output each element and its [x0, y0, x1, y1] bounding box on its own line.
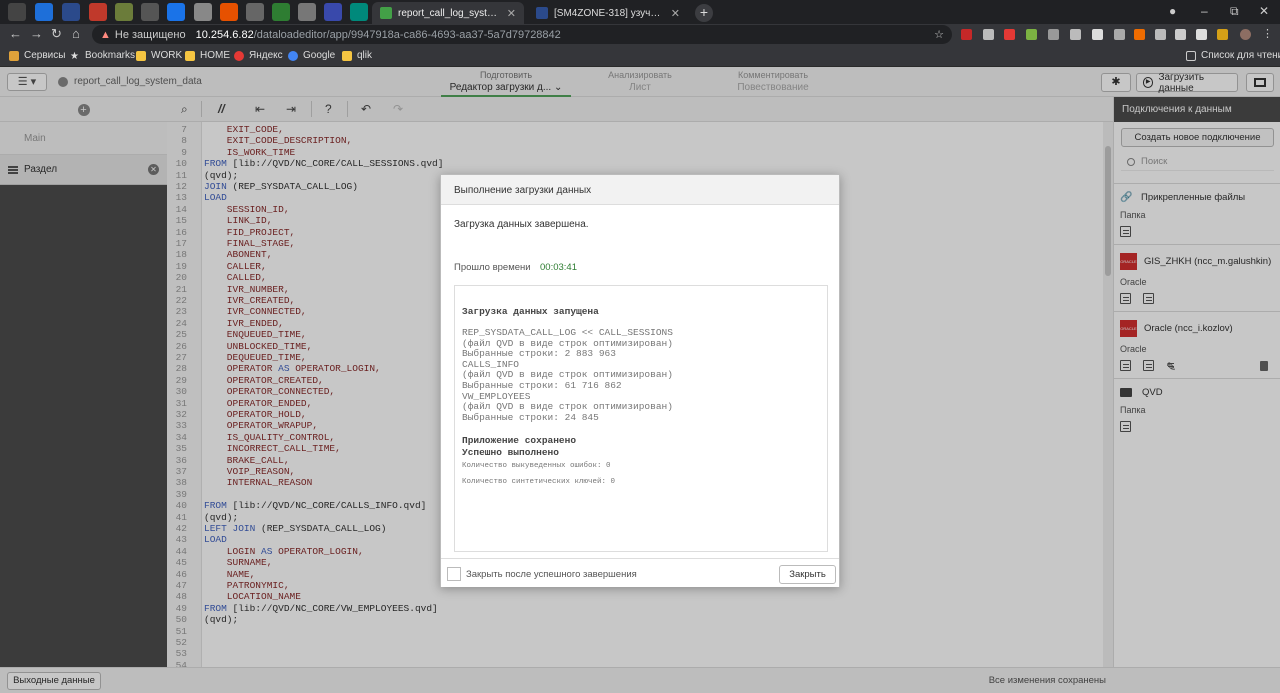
folder-icon — [342, 50, 352, 61]
back-icon[interactable]: ← — [9, 26, 22, 41]
yandex-icon — [234, 50, 244, 61]
forward-icon[interactable]: → — [30, 26, 43, 41]
bookmark-apps[interactable]: Сервисы — [9, 50, 65, 61]
pinned-tab-icon[interactable] — [8, 3, 26, 21]
bookmark-label: Яндекс — [249, 50, 283, 61]
close-tab-icon[interactable]: ✕ — [671, 7, 680, 20]
bookmark-label: HOME — [200, 50, 230, 61]
home-icon[interactable]: ⌂ — [72, 26, 80, 41]
extension-icon[interactable] — [1196, 29, 1207, 40]
bookmark-label: Google — [303, 50, 336, 61]
tab-title: [SM4ZONE-318] узучение БИ qlik — [554, 7, 665, 19]
dialog-title: Выполнение загрузки данных — [441, 175, 839, 205]
log-line: Выбранные строки: 24 845 — [462, 411, 599, 423]
close-tab-icon[interactable]: ✕ — [507, 7, 516, 20]
reload-icon[interactable]: ↻ — [51, 26, 62, 42]
bookmarks-bar: Сервисы ★ Bookmarks WORK HOME Яндекс Goog… — [0, 45, 1280, 67]
pinned-tab-icon[interactable] — [167, 3, 185, 21]
log-app-saved: Приложение сохранено — [462, 435, 577, 447]
tab-report-call-log[interactable]: report_call_log_system_data | Редактор з… — [372, 2, 524, 24]
adblock-extension-icon[interactable] — [961, 29, 972, 40]
pinned-tab-icon[interactable] — [324, 3, 342, 21]
address-bar-row: ← → ↻ ⌂ ▲ Не защищено 10.254.6.82/datalo… — [0, 24, 1280, 45]
log-synthetic-keys: Количество синтетических ключей: 0 — [462, 478, 616, 487]
bookmark-star-icon[interactable]: ☆ — [934, 28, 944, 41]
google-icon — [288, 50, 298, 61]
pinned-tab-icon[interactable] — [298, 3, 316, 21]
qlik-favicon-icon — [380, 7, 392, 19]
extensions-puzzle-icon[interactable] — [1175, 29, 1186, 40]
bookmark-label: qlik — [357, 50, 373, 61]
close-after-label[interactable]: Закрыть после успешного завершения — [466, 569, 637, 580]
bookmark-home[interactable]: HOME — [185, 50, 230, 61]
folder-icon — [185, 50, 195, 61]
close-after-checkbox[interactable] — [447, 567, 461, 581]
extension-icon[interactable] — [1114, 29, 1125, 40]
log-started: Загрузка данных запущена — [462, 306, 599, 317]
pinned-tab-icon[interactable] — [246, 3, 264, 21]
pinned-tab-icon[interactable] — [35, 3, 53, 21]
extension-icon[interactable] — [1092, 29, 1103, 40]
extension-icon[interactable] — [1155, 29, 1166, 40]
not-secure-label[interactable]: Не защищено — [115, 29, 186, 41]
close-window-icon[interactable]: ✕ — [1259, 4, 1269, 18]
apps-grid-icon — [9, 50, 19, 61]
jira-favicon-icon — [536, 7, 548, 19]
star-icon: ★ — [70, 50, 79, 62]
log-line: Выбранные строки: 61 716 862 — [462, 379, 622, 391]
extension-icon[interactable] — [1048, 29, 1059, 40]
pinned-tab-icon[interactable] — [272, 3, 290, 21]
reading-list[interactable]: Список для чтения — [1186, 50, 1280, 61]
new-tab-button[interactable]: + — [695, 4, 713, 22]
log-spacer — [462, 423, 827, 435]
pinned-tab-icon[interactable] — [115, 3, 133, 21]
reading-list-label: Список для чтения — [1201, 50, 1280, 61]
folder-icon — [136, 50, 146, 61]
load-log: Загрузка данных запущена REP_SYSDATA_CAL… — [454, 285, 828, 552]
pinned-tab-icon[interactable] — [350, 3, 368, 21]
url-path: /dataloadeditor/app/9947918a-ca86-4693-a… — [253, 28, 561, 41]
extension-icon[interactable] — [1217, 29, 1228, 40]
dialog-footer: Закрыть после успешного завершения Закры… — [441, 558, 839, 587]
bookmark-google[interactable]: Google — [288, 50, 335, 61]
extension-icon[interactable] — [1134, 29, 1145, 40]
bookmark-label: Сервисы — [24, 50, 66, 61]
extension-icon[interactable] — [983, 29, 994, 40]
pinned-tab-icon[interactable] — [141, 3, 159, 21]
pinned-tab-icon[interactable] — [89, 3, 107, 21]
warning-icon: ▲ — [100, 28, 111, 41]
log-line: REP_SYSDATA_CALL_LOG << CALL_SESSIONS — [462, 327, 673, 338]
avatar[interactable] — [1240, 29, 1251, 40]
extension-icon[interactable] — [1004, 29, 1015, 40]
pinned-tab-icon[interactable] — [62, 3, 80, 21]
bookmark-qlik[interactable]: qlik — [342, 50, 372, 61]
log-success: Успешно выполнено — [462, 447, 559, 459]
maximize-icon[interactable]: ⧉ — [1230, 4, 1239, 19]
profile-icon[interactable]: ● — [1169, 4, 1176, 18]
more-menu-icon[interactable]: ⋮ — [1262, 27, 1273, 40]
browser-tab-bar: report_call_log_system_data | Редактор з… — [0, 0, 1280, 24]
load-complete-message: Загрузка данных завершена. — [454, 219, 589, 230]
pinned-tab-icon[interactable] — [220, 3, 238, 21]
extension-icon[interactable] — [1070, 29, 1081, 40]
pinned-tab-icon[interactable] — [194, 3, 212, 21]
bookmark-yandex[interactable]: Яндекс — [234, 50, 283, 61]
minimize-icon[interactable]: – — [1201, 4, 1208, 18]
elapsed-value: 00:03:41 — [540, 262, 577, 273]
log-errors: Количество выкуведенных ошибок: 0 — [462, 462, 611, 471]
tab-jira-issue[interactable]: [SM4ZONE-318] узучение БИ qlik ✕ — [528, 2, 688, 24]
elapsed-label: Прошло времени — [454, 262, 531, 273]
log-lines: REP_SYSDATA_CALL_LOG << CALL_SESSIONS (фа… — [462, 327, 827, 423]
tab-title: report_call_log_system_data | Редактор з… — [398, 7, 501, 19]
extension-icon[interactable] — [1026, 29, 1037, 40]
bookmark-label: WORK — [151, 50, 183, 61]
url-input[interactable]: ▲ Не защищено 10.254.6.82/dataloadeditor… — [92, 25, 952, 44]
close-button[interactable]: Закрыть — [779, 565, 836, 584]
load-progress-dialog: Выполнение загрузки данных Загрузка данн… — [440, 174, 840, 587]
bookmark-label: Bookmarks — [85, 50, 136, 61]
bookmark-work[interactable]: WORK — [136, 50, 182, 61]
reading-list-icon — [1186, 50, 1196, 61]
bookmark-bookmarks[interactable]: ★ Bookmarks — [70, 50, 136, 62]
url-host: 10.254.6.82 — [195, 28, 254, 41]
